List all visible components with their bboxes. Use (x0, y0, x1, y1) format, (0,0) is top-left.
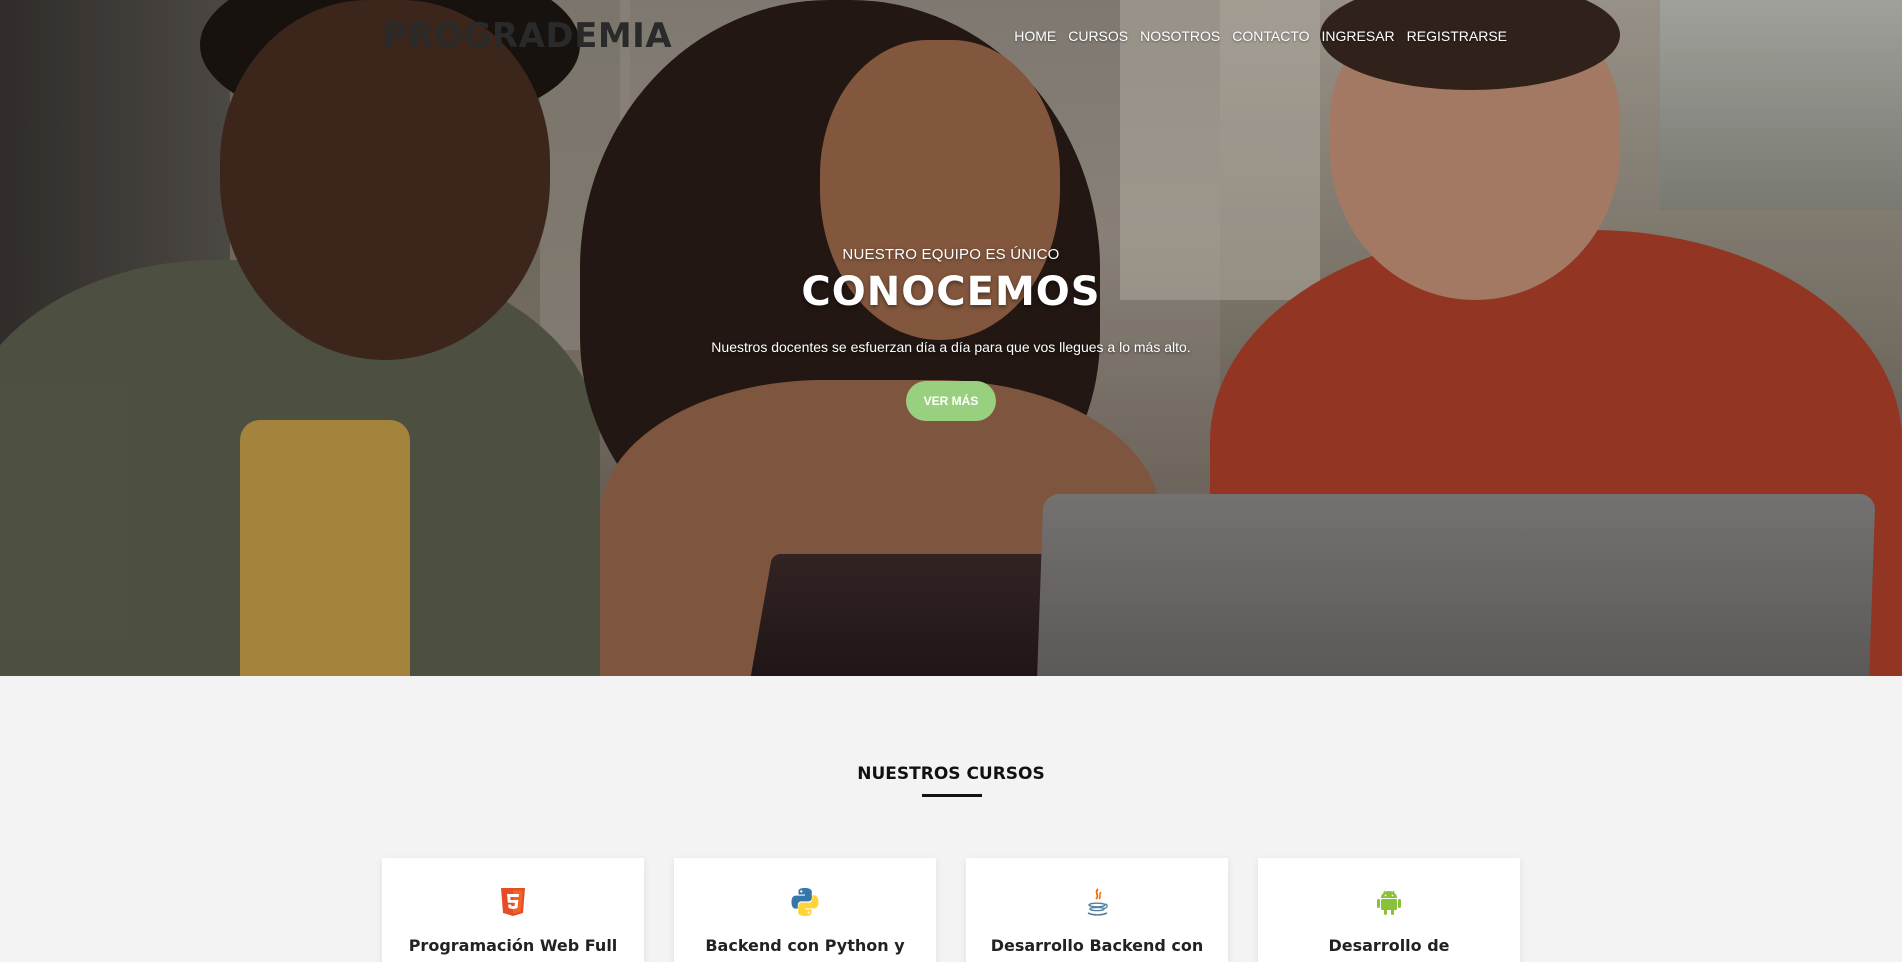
hero-title: CONOCEMOS (801, 269, 1101, 315)
course-card[interactable]: Backend con Python y (674, 858, 936, 962)
section-title-underline (922, 794, 982, 797)
site-logo[interactable]: PROGRADEMIA (382, 16, 672, 56)
course-title: Backend con Python y (705, 936, 905, 955)
java-icon (1081, 886, 1113, 918)
courses-list: Programación Web Full Backend con Python… (382, 858, 1520, 962)
nav-item-cursos[interactable]: CURSOS (1068, 28, 1128, 44)
nav-item-home[interactable]: HOME (1014, 28, 1056, 44)
ver-mas-button[interactable]: VER MÁS (906, 381, 996, 421)
course-card[interactable]: Desarrollo Backend con (966, 858, 1228, 962)
course-title: Desarrollo Backend con (990, 936, 1204, 955)
nav-item-nosotros[interactable]: NOSOTROS (1140, 28, 1220, 44)
nav-item-contacto[interactable]: CONTACTO (1232, 28, 1309, 44)
hero-content: NUESTRO EQUIPO ES ÚNICO CONOCEMOS Nuestr… (0, 246, 1902, 421)
course-card[interactable]: Programación Web Full (382, 858, 644, 962)
course-title: Desarrollo de (1328, 936, 1450, 955)
hero-eyebrow: NUESTRO EQUIPO ES ÚNICO (842, 246, 1060, 263)
courses-section-title: NUESTROS CURSOS (857, 764, 1045, 784)
nav-item-registrarse[interactable]: REGISTRARSE (1407, 28, 1507, 44)
android-icon (1373, 886, 1405, 918)
main-nav: HOME CURSOS NOSOTROS CONTACTO INGRESAR R… (1014, 28, 1507, 44)
html5-icon (497, 886, 529, 918)
course-title: Programación Web Full (408, 936, 618, 955)
hero-description: Nuestros docentes se esfuerzan día a día… (711, 339, 1191, 355)
python-icon (789, 886, 821, 918)
course-card[interactable]: Desarrollo de (1258, 858, 1520, 962)
nav-item-ingresar[interactable]: INGRESAR (1322, 28, 1395, 44)
